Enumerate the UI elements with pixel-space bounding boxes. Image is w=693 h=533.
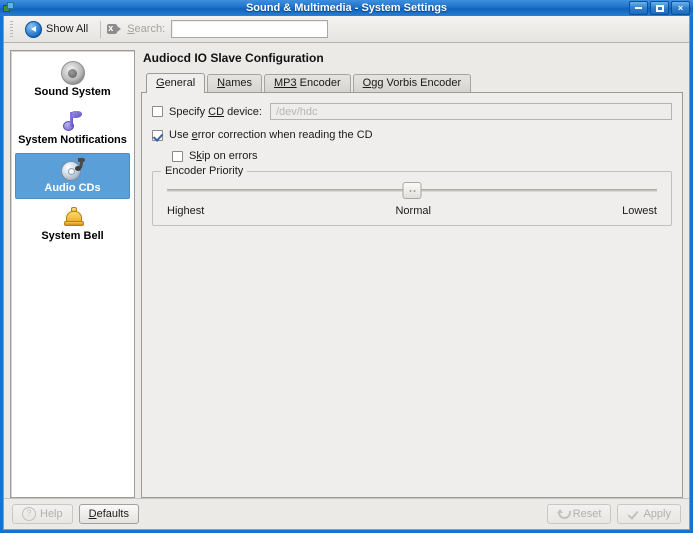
back-arrow-icon: [25, 20, 42, 38]
encoder-priority-group: Encoder Priority Highest Normal Lowest: [152, 165, 672, 226]
slider-labels: Highest Normal Lowest: [167, 205, 657, 217]
sidebar-item-system-notifications[interactable]: System Notifications: [15, 105, 130, 151]
search-input[interactable]: [171, 20, 329, 38]
tab-names[interactable]: Names: [207, 74, 262, 92]
specify-cd-device-row: Specify CD device: /dev/hdc: [152, 103, 672, 120]
skip-on-errors-checkbox[interactable]: [172, 150, 183, 162]
cd-device-input[interactable]: /dev/hdc: [269, 103, 672, 120]
button-bar: ? Help Defaults Reset Apply: [4, 498, 689, 529]
slider-handle[interactable]: [402, 182, 422, 199]
skip-on-errors-label: Skip on errors: [189, 150, 258, 162]
maximize-button[interactable]: [650, 1, 669, 15]
error-correction-label: Use error correction when reading the CD: [169, 129, 373, 141]
content-area: Sound System System Notifications Audio …: [4, 43, 689, 498]
toolbar: Show All x Search:: [4, 16, 689, 43]
defaults-label: Defaults: [88, 508, 129, 520]
tab-bar: General Names MP3 Encoder Ogg Vorbis Enc…: [141, 73, 683, 93]
error-correction-row: Use error correction when reading the CD: [152, 129, 672, 141]
error-correction-checkbox[interactable]: [152, 129, 163, 141]
specify-cd-device-checkbox[interactable]: [152, 106, 163, 117]
sidebar-item-label: System Bell: [41, 230, 104, 242]
defaults-button[interactable]: Defaults: [78, 504, 139, 524]
close-button[interactable]: ×: [671, 1, 690, 15]
minimize-button[interactable]: [629, 1, 648, 15]
slider-label-lowest: Lowest: [622, 205, 657, 217]
sidebar-item-label: Sound System: [34, 86, 111, 98]
window-controls: ×: [629, 1, 693, 15]
main-panel: Audiocd IO Slave Configuration General N…: [141, 50, 683, 498]
music-note-icon: [58, 109, 88, 133]
encoder-priority-title: Encoder Priority: [161, 165, 248, 177]
reset-label: Reset: [572, 508, 602, 520]
tab-panel-general: Specify CD device: /dev/hdc Use error co…: [141, 92, 683, 498]
bell-icon: [58, 205, 88, 229]
toolbar-separator: [100, 20, 102, 38]
audio-cd-icon: [58, 157, 88, 181]
reset-button[interactable]: Reset: [546, 504, 612, 524]
system-settings-window: Sound & Multimedia - System Settings × S…: [0, 0, 693, 533]
window-body: Show All x Search: Sound System System N…: [3, 16, 690, 530]
speaker-icon: [58, 61, 88, 85]
specify-cd-device-label: Specify CD device:: [169, 105, 262, 118]
toolbar-grip[interactable]: [10, 21, 13, 37]
search-label: Search:: [127, 23, 166, 35]
apply-button[interactable]: Apply: [617, 504, 681, 524]
sidebar-item-label: Audio CDs: [44, 182, 101, 194]
skip-on-errors-row: Skip on errors: [172, 150, 672, 162]
tab-general[interactable]: General: [146, 73, 206, 93]
show-all-button[interactable]: Show All: [19, 18, 94, 40]
window-title: Sound & Multimedia - System Settings: [245, 2, 448, 14]
help-icon: ?: [22, 507, 36, 521]
help-label: Help: [40, 508, 63, 520]
sidebar-item-sound-system[interactable]: Sound System: [15, 57, 130, 103]
tab-ogg-vorbis-encoder[interactable]: Ogg Vorbis Encoder: [352, 74, 472, 92]
window-icon: [3, 2, 15, 14]
page-title: Audiocd IO Slave Configuration: [143, 51, 324, 65]
sidebar-item-system-bell[interactable]: System Bell: [15, 201, 130, 247]
help-button[interactable]: ? Help: [12, 504, 73, 524]
sidebar: Sound System System Notifications Audio …: [10, 50, 135, 498]
apply-label: Apply: [643, 508, 671, 520]
encoder-priority-slider[interactable]: [167, 182, 657, 199]
tab-mp3-encoder[interactable]: MP3 Encoder: [264, 74, 351, 92]
show-all-label: Show All: [46, 23, 89, 35]
check-icon: [627, 508, 639, 520]
sidebar-item-audio-cds[interactable]: Audio CDs: [15, 153, 130, 199]
undo-icon: [556, 508, 571, 520]
sidebar-item-label: System Notifications: [18, 134, 127, 146]
clear-search-icon[interactable]: x: [107, 23, 122, 36]
slider-label-normal: Normal: [395, 205, 431, 217]
slider-label-highest: Highest: [167, 205, 205, 217]
titlebar[interactable]: Sound & Multimedia - System Settings ×: [0, 0, 693, 16]
